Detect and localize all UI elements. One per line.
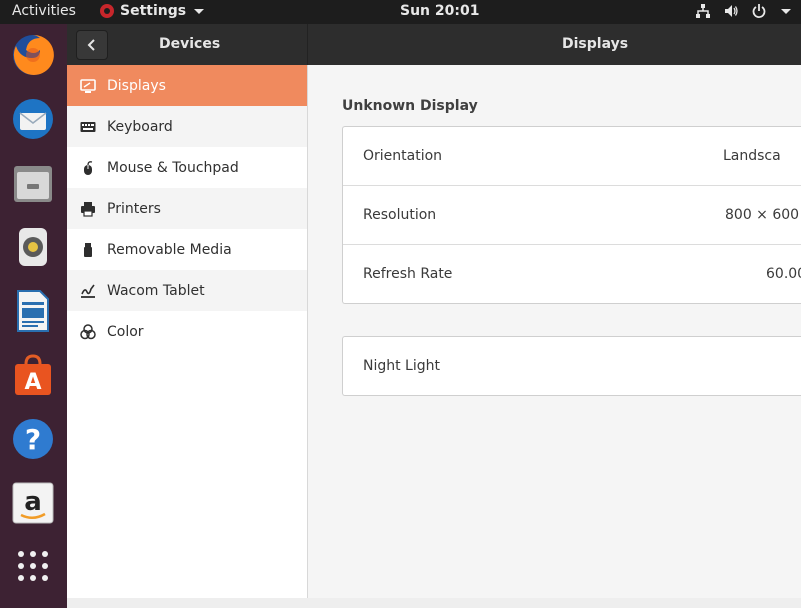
sidebar-item-label: Printers (107, 200, 161, 217)
sidebar-item-label: Removable Media (107, 241, 232, 258)
top-bar: Activities Settings Sun 20:01 (0, 0, 801, 24)
files-icon[interactable] (10, 160, 56, 206)
sidebar-item-label: Keyboard (107, 118, 173, 135)
network-icon (696, 4, 710, 18)
volume-icon (725, 5, 738, 17)
sidebar-item-label: Color (107, 323, 144, 340)
chevron-down-icon (194, 8, 205, 14)
page-title: Displays (562, 36, 629, 52)
mouse-icon (79, 159, 97, 177)
display-settings-panel: Orientation Landsca Resolution 800 × 600… (342, 126, 801, 304)
resolution-value: 800 × 600 (4 (725, 207, 801, 223)
panel-title: Devices (159, 36, 221, 52)
clock[interactable]: Sun 20:01 (400, 3, 479, 19)
svg-text:a: a (24, 487, 42, 517)
ubuntu-software-icon[interactable]: A (10, 352, 56, 398)
header-bar: Devices Displays (67, 24, 801, 65)
usb-icon (79, 241, 97, 259)
svg-text:?: ? (25, 423, 41, 456)
sidebar: Displays Keyboard Mouse & Touchpad Print… (67, 65, 308, 598)
sidebar-item-label: Displays (107, 77, 166, 94)
tablet-icon (79, 282, 97, 300)
power-icon (752, 4, 766, 18)
display-icon (79, 77, 97, 95)
amazon-icon[interactable]: a (10, 480, 56, 526)
app-menu-label: Settings (120, 3, 187, 19)
sidebar-item-wacom-tablet[interactable]: Wacom Tablet (67, 270, 307, 311)
sidebar-item-mouse-touchpad[interactable]: Mouse & Touchpad (67, 147, 307, 188)
svg-text:A: A (24, 370, 41, 395)
printer-icon (79, 200, 97, 218)
chevron-left-icon (87, 39, 95, 51)
help-icon[interactable]: ? (10, 416, 56, 462)
sidebar-item-color[interactable]: Color (67, 311, 307, 352)
libreoffice-writer-icon[interactable] (10, 288, 56, 334)
resolution-row[interactable]: Resolution 800 × 600 (4 (343, 185, 801, 244)
night-light-panel: Night Light (342, 336, 801, 396)
app-menu[interactable]: Settings (100, 3, 205, 19)
show-applications-icon[interactable] (10, 544, 56, 590)
orientation-label: Orientation (363, 148, 443, 164)
activities-button[interactable]: Activities (12, 3, 76, 19)
night-light-label: Night Light (363, 358, 440, 374)
display-name-heading: Unknown Display (342, 98, 478, 114)
sidebar-item-displays[interactable]: Displays (67, 65, 307, 106)
window-bottom-edge (67, 598, 801, 608)
refresh-rate-row[interactable]: Refresh Rate 60.00 (343, 244, 801, 303)
chevron-down-icon (781, 8, 791, 14)
rhythmbox-icon[interactable] (10, 224, 56, 270)
sidebar-item-printers[interactable]: Printers (67, 188, 307, 229)
thunderbird-icon[interactable] (10, 96, 56, 142)
firefox-icon[interactable] (10, 32, 56, 78)
settings-app-icon (100, 4, 114, 18)
keyboard-icon (79, 118, 97, 136)
resolution-label: Resolution (363, 207, 437, 223)
sidebar-item-label: Wacom Tablet (107, 282, 205, 299)
orientation-row[interactable]: Orientation Landsca (343, 127, 801, 185)
dock: A ? a (0, 24, 67, 608)
sidebar-item-keyboard[interactable]: Keyboard (67, 106, 307, 147)
refresh-rate-value: 60.00 (766, 266, 801, 282)
night-light-row[interactable]: Night Light (343, 337, 801, 395)
main-content: Unknown Display Orientation Landsca Reso… (308, 65, 801, 598)
color-icon (79, 323, 97, 341)
refresh-rate-label: Refresh Rate (363, 266, 453, 282)
sidebar-item-removable-media[interactable]: Removable Media (67, 229, 307, 270)
header-separator (307, 24, 308, 65)
sidebar-item-label: Mouse & Touchpad (107, 159, 239, 176)
back-button[interactable] (76, 30, 108, 60)
system-tray[interactable] (695, 3, 791, 19)
orientation-value: Landsca (723, 148, 781, 164)
